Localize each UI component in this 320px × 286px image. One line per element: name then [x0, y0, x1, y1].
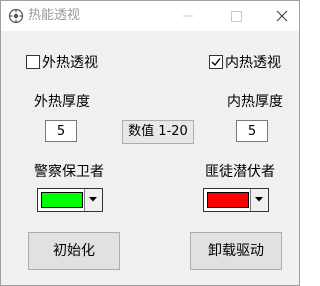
outer-heat-checkbox[interactable]: 外热透视 [26, 53, 98, 71]
minimize-icon [183, 15, 193, 17]
outer-thickness-input[interactable]: 5 [45, 120, 77, 142]
chevron-down-icon [255, 197, 263, 202]
unload-driver-button[interactable]: 卸载驱动 [190, 232, 282, 270]
bandit-color-select[interactable] [203, 188, 269, 212]
inner-heat-checkbox[interactable]: 内热透视 [209, 53, 281, 71]
bandit-lurker-label: 匪徒潜伏者 [205, 164, 275, 180]
outer-thickness-label: 外热厚度 [34, 94, 90, 110]
app-icon [8, 8, 24, 24]
police-color-dropdown-button[interactable] [84, 189, 102, 211]
inner-heat-checkbox-label: 内热透视 [225, 55, 281, 71]
app-window: 热能透视 外热透视 内热透视 外热厚度 内热厚度 5 5 数值 1-20 警察保… [0, 0, 300, 286]
inner-thickness-label: 内热厚度 [227, 94, 283, 110]
police-color-swatch [41, 192, 83, 208]
outer-heat-checkbox-label: 外热透视 [42, 55, 98, 71]
close-icon [276, 10, 288, 22]
bandit-color-dropdown-button[interactable] [250, 189, 268, 211]
minimize-button[interactable] [173, 1, 203, 31]
window-title: 热能透视 [28, 8, 81, 23]
outer-heat-checkbox-box[interactable] [26, 55, 40, 69]
maximize-icon [231, 11, 242, 22]
police-color-select[interactable] [37, 188, 103, 212]
bandit-color-swatch [207, 192, 249, 208]
chevron-down-icon [89, 197, 97, 202]
title-bar: 热能透视 [1, 1, 299, 31]
checkmark-icon [211, 58, 221, 67]
inner-heat-checkbox-box[interactable] [209, 55, 223, 69]
inner-thickness-input[interactable]: 5 [236, 120, 268, 142]
police-defender-label: 警察保卫者 [34, 164, 104, 180]
close-button[interactable] [267, 1, 297, 31]
maximize-button[interactable] [221, 1, 251, 31]
initialize-button[interactable]: 初始化 [28, 232, 120, 270]
value-range-label: 数值 1-20 [122, 120, 194, 144]
